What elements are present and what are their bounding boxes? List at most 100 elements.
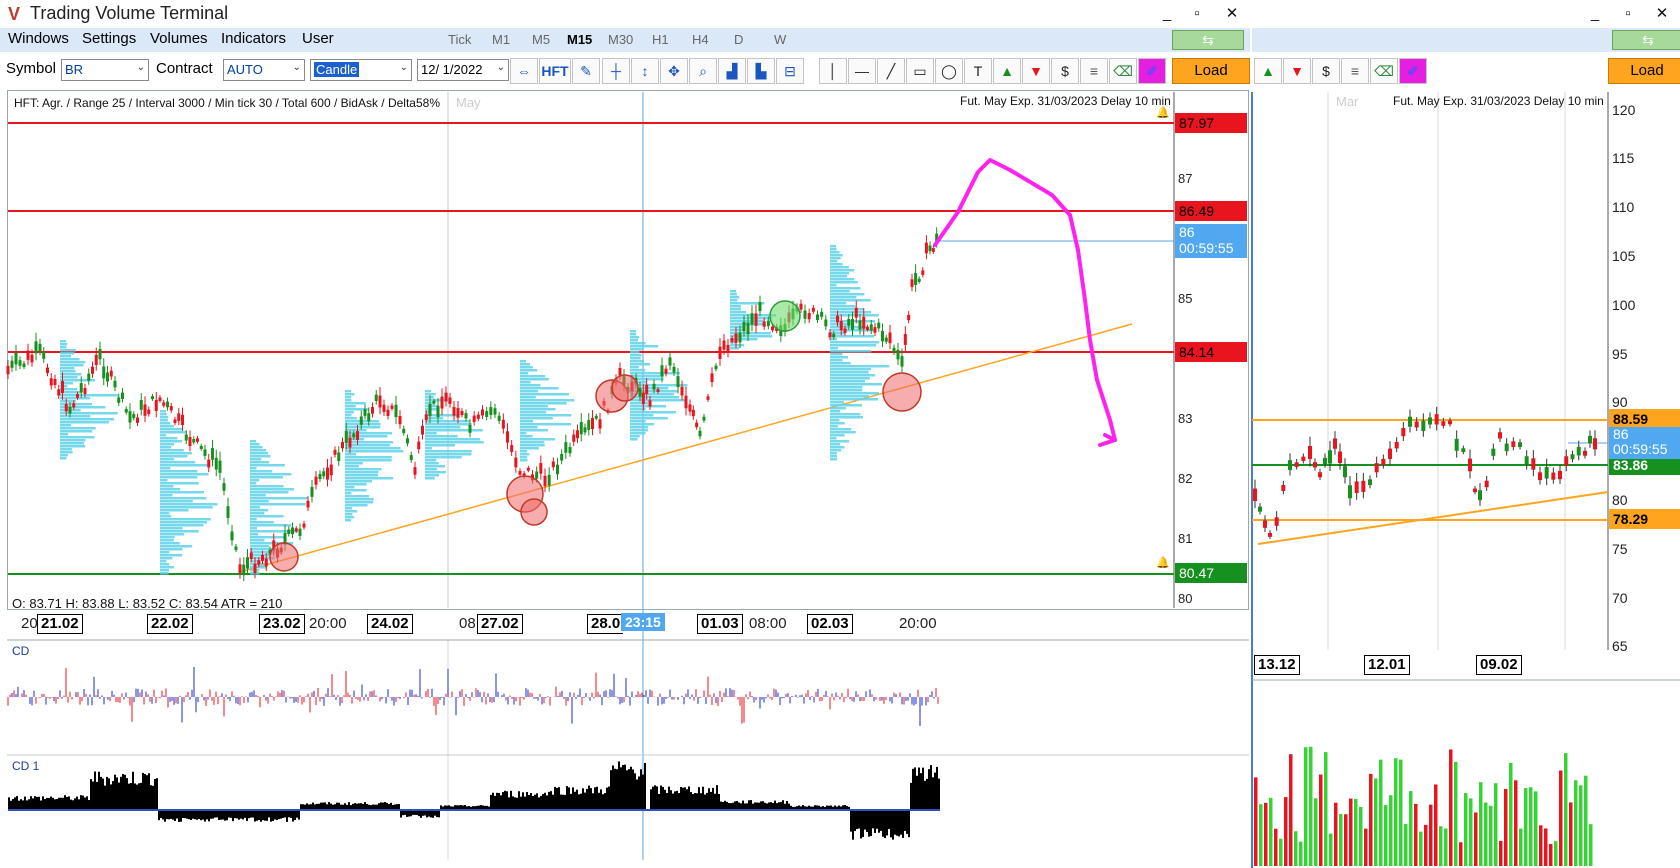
candle-body: [476, 414, 480, 419]
cumulative-delta-bar: [650, 789, 652, 810]
volume-profile-bar: [520, 363, 531, 366]
volume-profile-bar: [830, 269, 855, 272]
cumulative-delta-bar: [176, 810, 178, 819]
cumulative-delta-bar: [378, 803, 380, 810]
cumulative-delta-bar: [770, 802, 772, 810]
candle-body: [851, 319, 854, 330]
cumulative-delta-bar: [182, 810, 184, 818]
cumulative-delta-bar: [666, 793, 668, 810]
candle-body: [30, 354, 34, 363]
candle-body: [72, 403, 76, 408]
candle-body: [363, 409, 367, 416]
volume-profile-bar: [830, 350, 872, 353]
cumulative-delta-bar: [902, 810, 904, 838]
cumulative-delta-bar: [868, 810, 870, 837]
cumulative-delta-bar: [522, 792, 524, 810]
candle-body: [98, 348, 102, 360]
cumulative-delta-bar: [24, 796, 26, 810]
cumulative-delta-bar: [60, 797, 62, 810]
volume-bar: [1394, 758, 1398, 866]
cumulative-delta-bar: [760, 801, 762, 810]
volume-profile-bar: [425, 396, 434, 399]
volume-profile-bar: [60, 424, 72, 427]
chart-canvas[interactable]: 🔔 🔔: [0, 0, 1680, 868]
volume-profile-bar: [160, 434, 167, 437]
candle-body: [143, 404, 147, 416]
volume-profile-bar: [830, 407, 846, 410]
volume-profile-bar: [250, 464, 285, 467]
candle-body: [843, 328, 847, 333]
cumulative-delta-bar: [164, 810, 166, 822]
cumulative-delta-bar: [282, 810, 284, 818]
volume-profile-bar: [830, 434, 845, 437]
cumulative-delta-bar: [638, 776, 640, 810]
cumulative-delta-bar: [876, 810, 878, 829]
volume-profile-bar: [250, 512, 265, 515]
candle-body: [1354, 481, 1359, 494]
cumulative-delta-bar: [12, 798, 14, 810]
volume-profile-bar: [250, 554, 270, 557]
cumulative-delta-bar: [28, 799, 30, 810]
candle-body: [192, 438, 196, 443]
volume-profile-bar: [520, 372, 529, 375]
cumulative-delta-bar: [596, 786, 598, 810]
candle-body: [535, 471, 539, 479]
candle-body: [684, 395, 688, 409]
candle-body: [226, 506, 230, 518]
cumulative-delta-bar: [228, 810, 230, 818]
cumulative-delta-bar: [858, 810, 860, 829]
cumulative-delta-bar: [556, 787, 558, 810]
candle-body: [222, 483, 226, 491]
cumulative-delta-bar: [54, 799, 56, 810]
cumulative-delta-bar: [640, 769, 642, 810]
cumulative-delta-bar: [278, 810, 280, 820]
cumulative-delta-bar: [116, 777, 118, 810]
volume-profile-bar: [345, 417, 357, 420]
volume-profile-bar: [520, 435, 533, 438]
candle-body: [1588, 435, 1592, 444]
candle-body: [547, 474, 551, 486]
cumulative-delta-bar: [850, 810, 852, 832]
cumulative-delta-bar: [712, 787, 714, 810]
cumulative-delta-bar: [232, 810, 234, 822]
candle-body: [714, 365, 718, 370]
cumulative-delta-bar: [494, 795, 496, 810]
right-price-tick: 100: [1612, 297, 1636, 313]
volume-profile-bar: [250, 491, 289, 494]
candle-body: [722, 340, 726, 350]
cumulative-delta-bar: [262, 810, 264, 821]
cumulative-delta-bar: [36, 796, 38, 810]
volume-bar: [1519, 828, 1523, 866]
cumulative-delta-bar: [654, 785, 656, 810]
right-time-tick: 13.12: [1254, 655, 1300, 675]
candle-body: [374, 394, 378, 402]
volume-bar: [1434, 784, 1438, 866]
right-current-price: 86: [1613, 426, 1629, 442]
cumulative-delta-bar: [624, 764, 626, 810]
volume-profile-bar: [250, 482, 257, 485]
cumulative-delta-bar: [256, 810, 258, 821]
volume-bar: [1504, 788, 1508, 866]
volume-profile-bar: [345, 453, 356, 456]
volume-profile-bar: [830, 419, 840, 422]
volume-profile-bar: [160, 548, 183, 551]
volume-profile-bar: [60, 340, 66, 343]
volume-profile-bar: [60, 358, 80, 361]
volume-profile-bar: [830, 440, 850, 443]
volume-profile-bar: [160, 488, 181, 491]
volume-profile-bar: [160, 416, 169, 419]
candle-body: [1538, 472, 1542, 481]
volume-profile-bar: [830, 341, 880, 344]
candle-body: [710, 373, 714, 382]
candle-body: [333, 449, 337, 455]
candle-body: [352, 433, 356, 438]
volume-profile-bar: [830, 347, 838, 350]
candle-body: [497, 415, 501, 421]
cumulative-delta-bar: [892, 810, 894, 840]
candle-body: [1274, 517, 1279, 526]
volume-profile-bar: [520, 450, 528, 453]
candle-body: [341, 441, 344, 449]
candle-body: [854, 307, 858, 318]
cumulative-delta-bar: [224, 810, 226, 821]
candle-body: [199, 445, 203, 449]
